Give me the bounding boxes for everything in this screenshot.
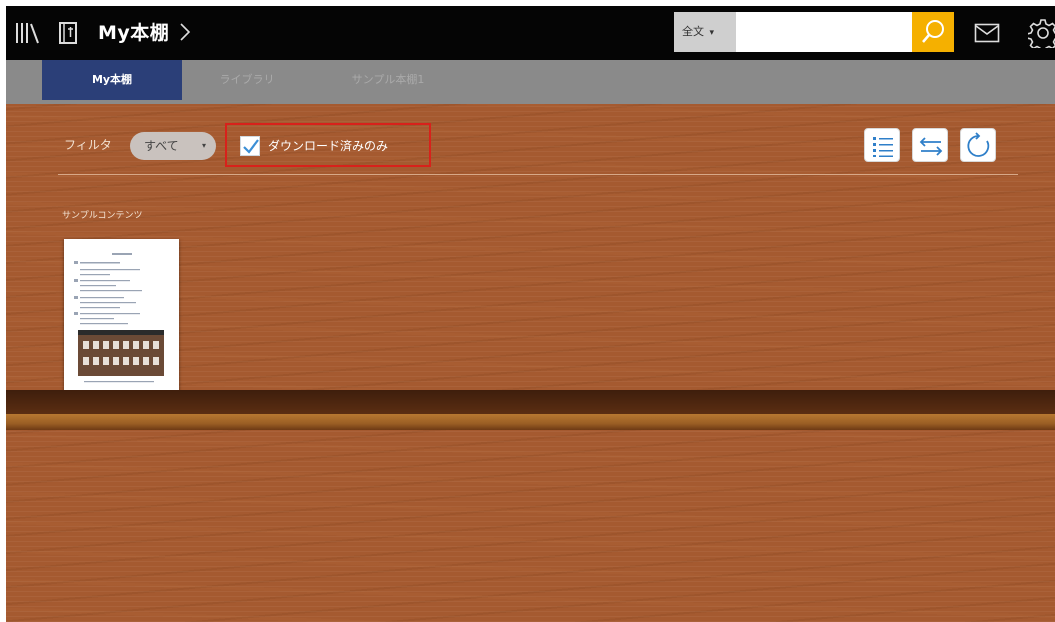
page-title[interactable]: My本棚 [98,20,169,46]
tab-my-bookshelf[interactable]: My本棚 [42,60,182,100]
sort-icon [919,137,943,156]
tab-library[interactable]: ライブラリ [192,60,302,100]
download-only-label[interactable]: ダウンロード済みのみ [268,135,388,157]
tab-sample-bookshelf[interactable]: サンプル本棚1 [318,60,458,100]
filter-dropdown[interactable]: すべて ▾ [130,132,216,160]
search-icon [922,20,944,43]
list-view-icon [873,137,893,157]
list-view-button[interactable] [864,128,900,162]
library-icon[interactable] [14,21,44,45]
chevron-right-icon[interactable] [176,19,194,45]
mail-icon[interactable] [974,23,1000,43]
refresh-icon [967,132,990,157]
book-icon[interactable] [58,21,80,45]
search-scope-select[interactable]: 全文 ▾ [674,12,736,52]
shelf-shadow [6,390,1055,414]
search-input[interactable] [736,12,912,52]
refresh-button[interactable] [960,128,996,162]
app-frame: My本棚 全文 ▾ My本棚 ライブラリ サンプル本棚1 フィルタ すべて ▾ … [6,6,1055,622]
sort-button[interactable] [912,128,948,162]
section-title: サンプルコンテンツ [62,211,143,221]
divider [58,174,1018,175]
chevron-down-icon: ▾ [709,28,715,38]
shelf-board [6,414,1055,430]
book-cover-thumbnail[interactable] [64,239,179,404]
search-scope-label: 全文 [682,25,704,38]
checkmark-icon [243,139,259,154]
top-bar: My本棚 全文 ▾ [6,6,1055,60]
filter-dropdown-value: すべて [144,139,179,153]
chevron-down-icon: ▾ [201,141,206,150]
gear-icon[interactable] [1028,18,1055,48]
document-thumbnail-image [74,253,164,383]
tab-bar: My本棚 ライブラリ サンプル本棚1 [6,60,1055,104]
download-only-checkbox[interactable] [240,136,260,156]
search-button[interactable] [912,12,954,52]
filter-label: フィルタ [64,138,112,152]
